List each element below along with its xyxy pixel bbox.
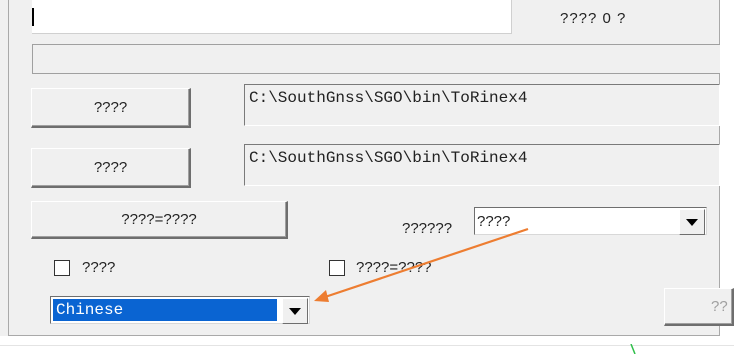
disabled-button[interactable]: ?? xyxy=(664,288,734,326)
text-caret xyxy=(32,8,34,26)
progress-bar xyxy=(32,44,720,74)
mode-label: ?????? xyxy=(402,220,453,237)
language-dropdown-button[interactable] xyxy=(282,298,308,324)
chevron-down-icon xyxy=(686,218,698,226)
option-checkbox-1-label: ???? xyxy=(82,259,116,276)
background-chart-line xyxy=(630,344,636,354)
mode-select-value: ???? xyxy=(477,213,511,230)
option-checkbox-2-label: ????=???? xyxy=(356,259,432,276)
log-text-area[interactable] xyxy=(32,0,512,34)
option-checkbox-2[interactable] xyxy=(329,260,345,276)
grid-line xyxy=(0,345,734,346)
status-text: ???? 0 ? xyxy=(560,10,627,27)
browse-button-2[interactable]: ???? xyxy=(31,148,191,188)
chevron-down-icon xyxy=(289,307,301,315)
language-select[interactable]: Chinese xyxy=(50,296,310,324)
convert-button[interactable]: ????=???? xyxy=(31,201,288,239)
mode-select[interactable]: ???? xyxy=(474,207,707,235)
language-select-value: Chinese xyxy=(53,299,277,321)
option-checkbox-1[interactable] xyxy=(54,260,70,276)
path-field-1[interactable]: C:\SouthGnss\SGO\bin\ToRinex4 xyxy=(244,84,720,126)
path-field-2[interactable]: C:\SouthGnss\SGO\bin\ToRinex4 xyxy=(244,144,720,186)
browse-button-1[interactable]: ???? xyxy=(31,88,191,128)
mode-dropdown-button[interactable] xyxy=(679,209,705,235)
